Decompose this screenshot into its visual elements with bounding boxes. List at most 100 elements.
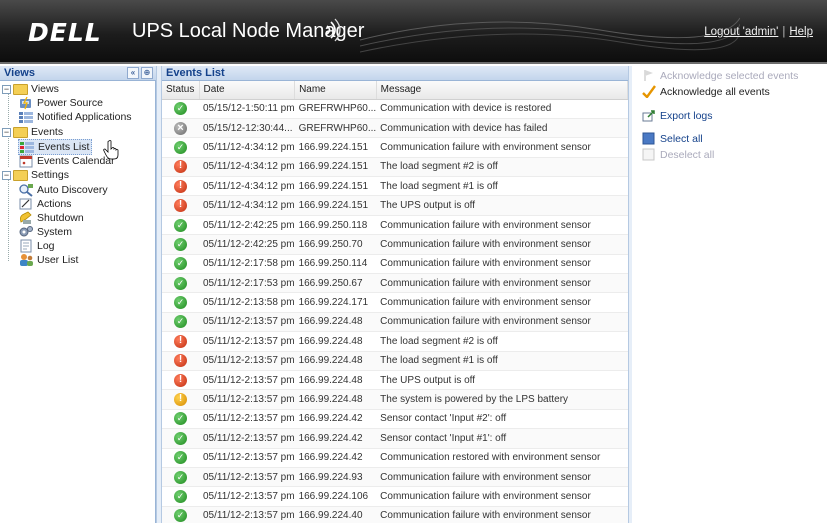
table-row[interactable]: 05/11/12-2:13:58 pm166.99.224.171Communi… [162,292,628,313]
column-message[interactable]: Message [376,81,628,100]
collapse-toggle-icon[interactable]: − [2,127,11,137]
status-cell [162,273,199,294]
date-cell: 05/11/12-2:17:53 pm [199,273,295,294]
date-cell: 05/11/12-2:13:57 pm [199,351,295,371]
message-cell: Communication failure with environment s… [376,312,628,333]
tree-node-events-calendar[interactable]: Events Calendar [18,154,115,168]
events-table-body: 05/15/12-1:50:11 pmGREFRWHP60...Communic… [162,99,628,523]
tree-node-auto-discovery[interactable]: Auto Discovery [18,183,108,197]
status-crit-icon [174,373,187,387]
acknowledge-selected-action[interactable]: Acknowledge selected events [642,69,798,82]
link-separator: | [782,26,786,38]
status-cell [162,176,199,197]
message-cell: Communication restored with environment … [376,448,628,468]
tree-node-system[interactable]: System [18,225,72,239]
name-cell: 166.99.250.70 [294,234,377,255]
collapse-toggle-icon[interactable]: − [2,84,11,94]
message-cell: The system is powered by the LPS battery [376,389,628,410]
table-row[interactable]: 05/11/12-4:34:12 pm166.99.224.151The UPS… [162,195,628,216]
calendar-icon [19,155,33,168]
date-cell: 05/11/12-2:17:58 pm [199,254,295,275]
table-row[interactable]: 05/11/12-2:13:57 pm166.99.224.42Communic… [162,448,628,468]
message-cell: The load segment #1 is off [376,176,628,197]
table-row[interactable]: 05/11/12-2:13:57 pm166.99.224.48The syst… [162,389,628,410]
select-all-action[interactable]: Select all [642,132,703,145]
name-cell: 166.99.250.118 [294,215,377,236]
export-logs-action[interactable]: Export logs [642,109,713,122]
status-ok-icon [174,218,187,232]
dell-logo: DELL [28,18,102,47]
folder-icon [13,169,28,181]
pin-icon[interactable]: ⊕ [141,67,153,79]
status-cell [162,254,199,275]
tree-node-shutdown[interactable]: Shutdown [18,211,84,225]
table-row[interactable]: 05/15/12-1:50:11 pmGREFRWHP60...Communic… [162,99,628,119]
date-cell: 05/11/12-2:13:57 pm [199,428,295,449]
status-ok-icon [174,450,187,465]
table-row[interactable]: 05/11/12-2:13:57 pm166.99.224.106Communi… [162,486,628,507]
message-cell: Communication failure with environment s… [376,292,628,313]
deselect-all-action[interactable]: Deselect all [642,148,714,161]
status-ok-icon [174,101,187,116]
name-cell: 166.99.224.48 [294,351,377,371]
table-row[interactable]: 05/15/12-12:30:44...GREFRWHP60...Communi… [162,118,628,139]
tree-node-power-source[interactable]: Power Source [18,96,103,110]
folder-icon [13,83,28,95]
name-cell: 166.99.224.106 [294,486,377,507]
date-cell: 05/15/12-12:30:44... [199,118,295,139]
table-row[interactable]: 05/11/12-4:34:12 pm166.99.224.151The loa… [162,157,628,178]
table-row[interactable]: 05/11/12-4:34:12 pm166.99.224.151Communi… [162,137,628,158]
collapse-left-icon[interactable]: « [127,67,139,79]
export-icon [642,110,655,122]
status-warn-icon [174,392,187,407]
column-name[interactable]: Name [294,81,377,100]
table-row[interactable]: 05/11/12-2:13:57 pm166.99.224.48The load… [162,351,628,371]
events-panel-header: Events List [162,66,628,81]
users-icon [20,254,33,266]
table-row[interactable]: 05/11/12-2:42:25 pm166.99.250.70Communic… [162,234,628,255]
tree-node-settings[interactable]: − Settings [2,169,69,181]
name-cell: 166.99.224.42 [294,448,377,468]
name-cell: 166.99.224.48 [294,370,377,391]
column-status[interactable]: Status [162,81,200,100]
message-cell: Sensor contact 'Input #1': off [376,428,628,449]
status-ok-icon [174,508,187,523]
tree-node-user-list[interactable]: User List [18,253,78,267]
date-cell: 05/11/12-2:13:57 pm [199,409,295,430]
folder-icon [13,126,28,138]
table-row[interactable]: 05/11/12-2:42:25 pm166.99.250.118Communi… [162,215,628,236]
tree-node-actions[interactable]: Actions [18,197,71,211]
name-cell: 166.99.250.114 [294,254,377,275]
message-cell: Communication failure with environment s… [376,234,628,255]
table-row[interactable]: 05/11/12-2:13:57 pm166.99.224.93Communic… [162,467,628,488]
column-date[interactable]: Date [199,81,296,100]
table-row[interactable]: 05/11/12-2:17:53 pm166.99.250.67Communic… [162,273,628,294]
acknowledge-all-action[interactable]: Acknowledge all events [642,85,770,98]
actions-panel: Acknowledge selected events Acknowledge … [632,66,827,523]
date-cell: 05/11/12-2:13:57 pm [199,331,295,352]
table-row[interactable]: 05/11/12-2:13:57 pm166.99.224.40Communic… [162,506,628,523]
collapse-toggle-icon[interactable]: − [2,170,11,180]
tree-node-views[interactable]: − Views [2,83,59,95]
help-link[interactable]: Help [789,26,813,38]
table-row[interactable]: 05/11/12-2:13:57 pm166.99.224.42Sensor c… [162,409,628,430]
status-cell [162,428,199,449]
status-crit-icon [174,353,187,368]
table-row[interactable]: 05/11/12-2:13:57 pm166.99.224.48The UPS … [162,370,628,391]
status-ok-icon [174,276,187,290]
date-cell: 05/11/12-4:34:12 pm [199,176,295,197]
table-row[interactable]: 05/11/12-4:34:12 pm166.99.224.151The loa… [162,176,628,197]
table-row[interactable]: 05/11/12-2:13:57 pm166.99.224.48The load… [162,331,628,352]
logout-link[interactable]: Logout 'admin' [704,26,778,38]
tree-node-log[interactable]: Log [18,239,55,253]
message-cell: Sensor contact 'Input #2': off [376,409,628,430]
tree-node-notified-applications[interactable]: Notified Applications [18,110,132,124]
table-row[interactable]: 05/11/12-2:17:58 pm166.99.250.114Communi… [162,254,628,275]
tree-node-events[interactable]: − Events [2,126,63,138]
tree-node-events-list[interactable]: Events List [18,139,93,155]
table-row[interactable]: 05/11/12-2:13:57 pm166.99.224.42Sensor c… [162,428,628,449]
table-row[interactable]: 05/11/12-2:13:57 pm166.99.224.48Communic… [162,312,628,333]
status-cell [162,448,199,468]
status-cell [162,137,199,158]
status-ok-icon [174,256,187,271]
